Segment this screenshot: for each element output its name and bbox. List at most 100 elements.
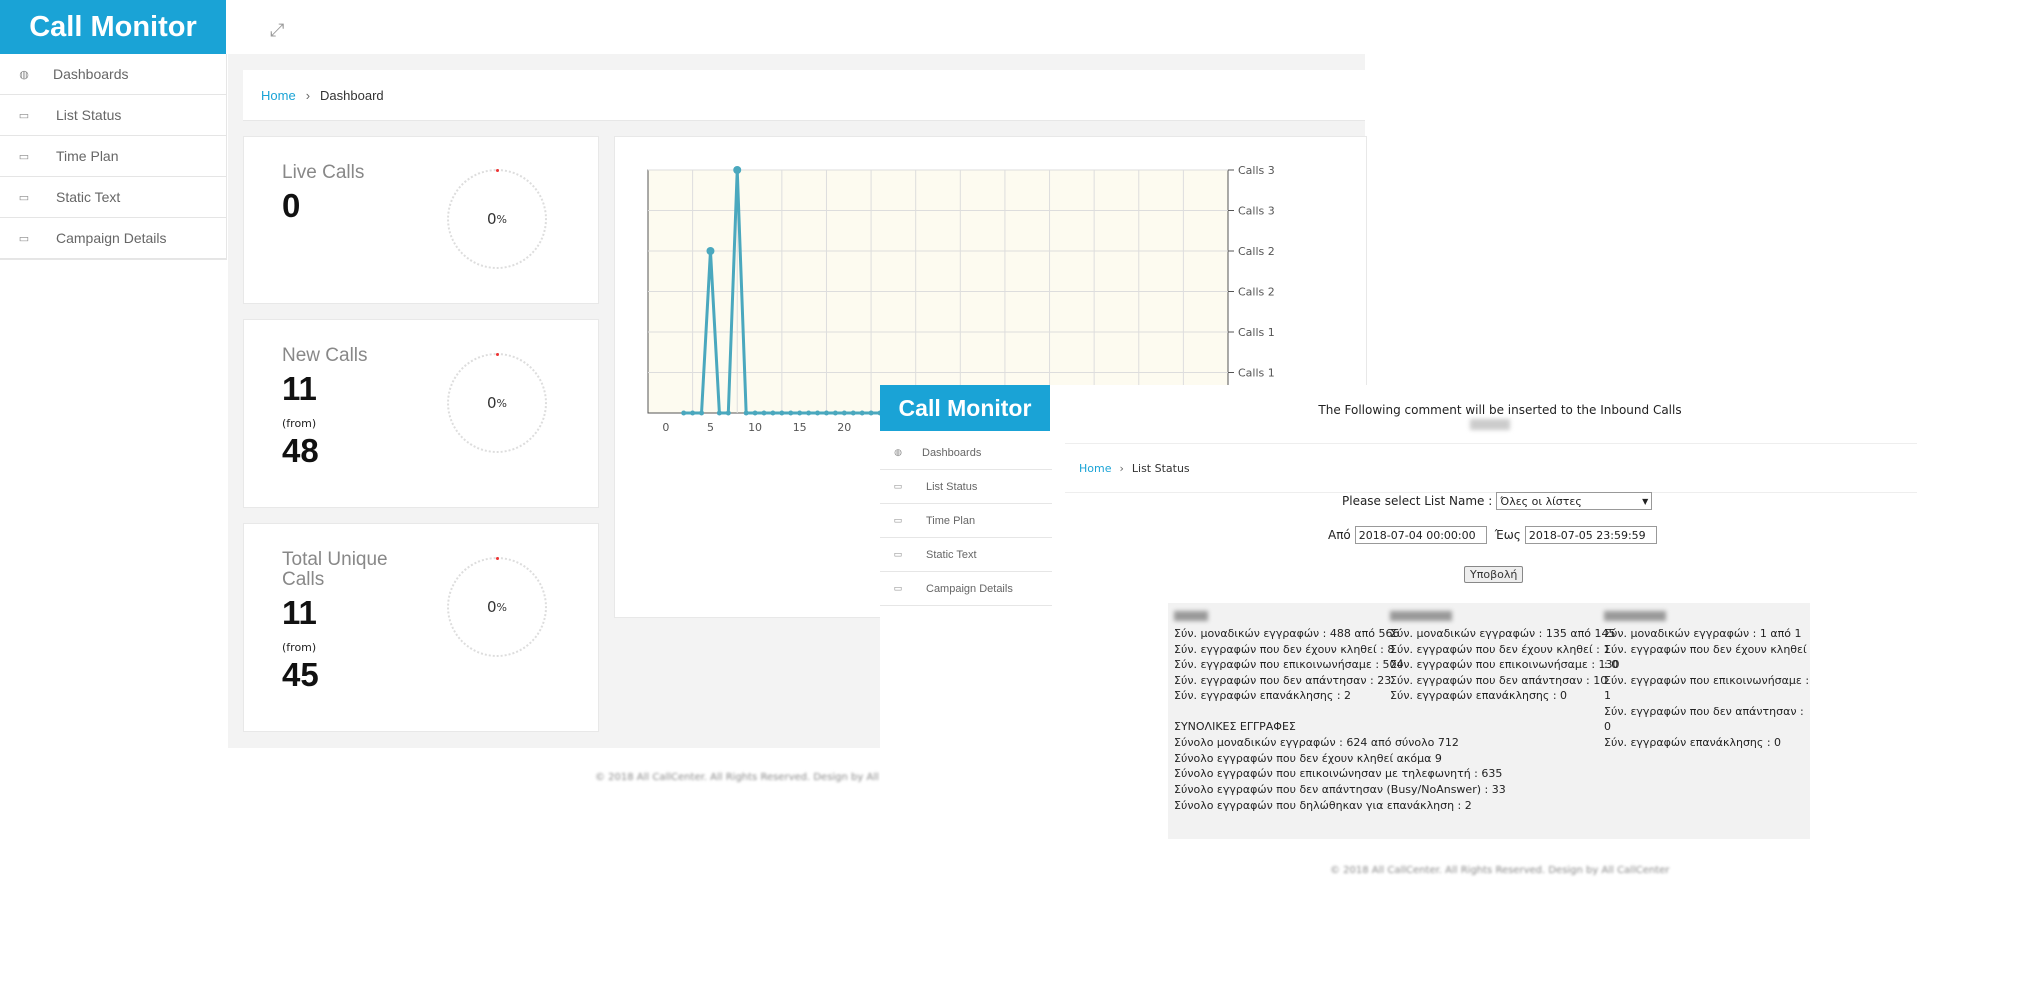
- gauge-percent: 0: [487, 210, 497, 228]
- to-date-label: Έως: [1494, 528, 1521, 542]
- stats-column: Σύν. μοναδικών εγγραφών : 488 από 566 Σύ…: [1174, 611, 1404, 704]
- card-value: 11: [282, 370, 317, 407]
- stat-line: Σύν. μοναδικών εγγραφών : 135 από 145: [1390, 627, 1616, 640]
- data-point: [716, 410, 722, 416]
- stat-line: Σύν. εγγραφών που δεν έχουν κληθεί : 0: [1604, 642, 1807, 672]
- sidebar-item-label: List Status: [926, 480, 978, 493]
- data-point: [690, 410, 696, 416]
- card-value: 0: [282, 187, 301, 224]
- inbox-icon: ▭: [893, 515, 903, 525]
- data-point: [725, 410, 731, 416]
- to-date-input[interactable]: 2018-07-05 23:59:59: [1524, 526, 1657, 544]
- app-brand[interactable]: Call Monitor: [0, 0, 226, 54]
- stats-column: Σύν. μοναδικών εγγραφών : 135 από 145 Σύ…: [1390, 611, 1620, 704]
- breadcrumb-home-link[interactable]: Home: [261, 88, 296, 103]
- chevron-down-icon: ▼: [1642, 496, 1649, 506]
- data-point: [868, 410, 874, 416]
- stat-line: Σύν. εγγραφών που δεν απάντησαν : 10: [1390, 673, 1608, 687]
- totals-title: ΣΥΝΟΛΙΚΕΣ ΕΓΓΡΑΦΕΣ: [1174, 720, 1296, 733]
- sidebar-item-label: Time Plan: [56, 148, 119, 164]
- sidebar-item-time-plan[interactable]: ▭ Time Plan: [0, 136, 226, 177]
- sidebar-item-campaign-details[interactable]: ▭ Campaign Details: [0, 218, 226, 259]
- stat-line: Σύν. εγγραφών που δεν έχουν κληθεί : 1: [1390, 642, 1611, 656]
- card-from-value: 48: [282, 432, 319, 469]
- x-tick-label: 15: [793, 421, 807, 434]
- data-point: [832, 410, 838, 416]
- dashboard-icon: ◍: [19, 68, 29, 81]
- data-point: [752, 410, 758, 416]
- y-tick-label: Calls 2: [1238, 245, 1275, 258]
- card-title: New Calls: [282, 345, 368, 366]
- percent-gauge: 0%: [447, 353, 547, 453]
- gauge-unit: %: [496, 600, 507, 614]
- sidebar-item-dashboards[interactable]: ◍ Dashboards: [880, 436, 1052, 470]
- list-select-value: Όλες οι λίστες: [1500, 494, 1582, 508]
- data-point: [761, 410, 767, 416]
- inbox-icon: ▭: [18, 191, 30, 204]
- redacted-list-name: [1604, 611, 1666, 621]
- data-point: [706, 247, 715, 255]
- gauge-percent: 0: [487, 598, 497, 616]
- total-line: Σύνολο εγγραφών που δεν έχουν κληθεί ακό…: [1174, 751, 1442, 765]
- from-date-input[interactable]: 2018-07-04 00:00:00: [1354, 526, 1487, 544]
- stat-line: Σύν. μοναδικών εγγραφών : 488 από 566: [1174, 627, 1400, 640]
- list-select-label: Please select List Name :: [1342, 494, 1493, 508]
- sidebar-item-dashboards[interactable]: ◍ Dashboards: [0, 54, 226, 95]
- y-tick-label: Calls 1: [1238, 367, 1275, 380]
- sidebar-item-list-status[interactable]: ▭ List Status: [0, 95, 226, 136]
- card-title: Live Calls: [282, 162, 365, 183]
- data-point: [859, 410, 865, 416]
- redacted-list-name: [1390, 611, 1452, 621]
- fullscreen-icon[interactable]: ⤢: [270, 20, 284, 41]
- to-date-value: 2018-07-05 23:59:59: [1528, 528, 1646, 542]
- data-point: [823, 410, 829, 416]
- submit-button[interactable]: Υποβολή: [1464, 566, 1524, 583]
- y-tick-label: Calls 2: [1238, 286, 1275, 299]
- inbox-icon: ▭: [18, 232, 30, 245]
- stat-line: Σύν. εγγραφών που δεν απάντησαν : 23: [1174, 673, 1392, 687]
- inbound-comment-notice: The Following comment will be inserted t…: [1318, 403, 1682, 417]
- y-tick-label: Calls 1: [1238, 326, 1275, 339]
- data-point: [806, 410, 812, 416]
- total-unique-calls-card: Total Unique Calls 11 (from) 45 0%: [243, 523, 599, 732]
- x-tick-label: 10: [748, 421, 762, 434]
- from-date-label: Από: [1328, 528, 1351, 542]
- breadcrumb-home-link[interactable]: Home: [1079, 462, 1111, 475]
- list-select[interactable]: Όλες οι λίστες ▼: [1496, 492, 1653, 510]
- sidebar-item-label: Dashboards: [922, 446, 982, 459]
- footer-text: © 2018 All CallCenter. All Rights Reserv…: [1330, 865, 1670, 876]
- sidebar-item-static-text[interactable]: ▭ Static Text: [0, 177, 226, 218]
- gauge-unit: %: [496, 212, 507, 226]
- list-stats-panel: Σύν. μοναδικών εγγραφών : 488 από 566 Σύ…: [1168, 603, 1810, 839]
- percent-gauge: 0%: [447, 169, 547, 269]
- stat-line: Σύν. εγγραφών που επικοινωνήσαμε : 504: [1174, 658, 1404, 671]
- sidebar: ◍ Dashboards ▭ List Status ▭ Time Plan ▭…: [880, 436, 1052, 611]
- data-point: [788, 410, 794, 416]
- sidebar-item-label: Campaign Details: [926, 582, 1013, 595]
- card-from-value: 45: [282, 656, 319, 693]
- data-point: [850, 410, 856, 416]
- sidebar-item-label: Campaign Details: [56, 230, 167, 246]
- data-point: [815, 410, 821, 416]
- total-line: Σύνολο μοναδικών εγγραφών : 624 από σύνο…: [1174, 735, 1459, 749]
- gauge-indicator: [496, 353, 499, 356]
- sidebar-item-list-status[interactable]: ▭ List Status: [880, 470, 1052, 504]
- sidebar-item-time-plan[interactable]: ▭ Time Plan: [880, 504, 1052, 538]
- y-tick-label: Calls 3: [1238, 205, 1275, 218]
- sidebar-item-campaign-details[interactable]: ▭ Campaign Details: [880, 572, 1052, 606]
- x-tick-label: 20: [837, 421, 851, 434]
- app-brand[interactable]: Call Monitor: [880, 385, 1050, 431]
- card-from-label: (from): [282, 417, 317, 430]
- sidebar-item-static-text[interactable]: ▭ Static Text: [880, 538, 1052, 572]
- y-tick-label: Calls 3: [1238, 164, 1275, 177]
- breadcrumb-current: Dashboard: [320, 87, 384, 103]
- stat-line: Σύν. εγγραφών που επικοινωνήσαμε : 1: [1604, 673, 1810, 703]
- data-point: [743, 410, 749, 416]
- gauge-percent: 0: [487, 394, 497, 412]
- gauge-indicator: [496, 557, 499, 560]
- stat-line: Σύν. εγγραφών που δεν απάντησαν : 0: [1604, 704, 1804, 734]
- data-point: [797, 410, 803, 416]
- data-point: [681, 410, 687, 416]
- gauge-unit: %: [496, 396, 507, 410]
- dashboard-icon: ◍: [894, 447, 902, 457]
